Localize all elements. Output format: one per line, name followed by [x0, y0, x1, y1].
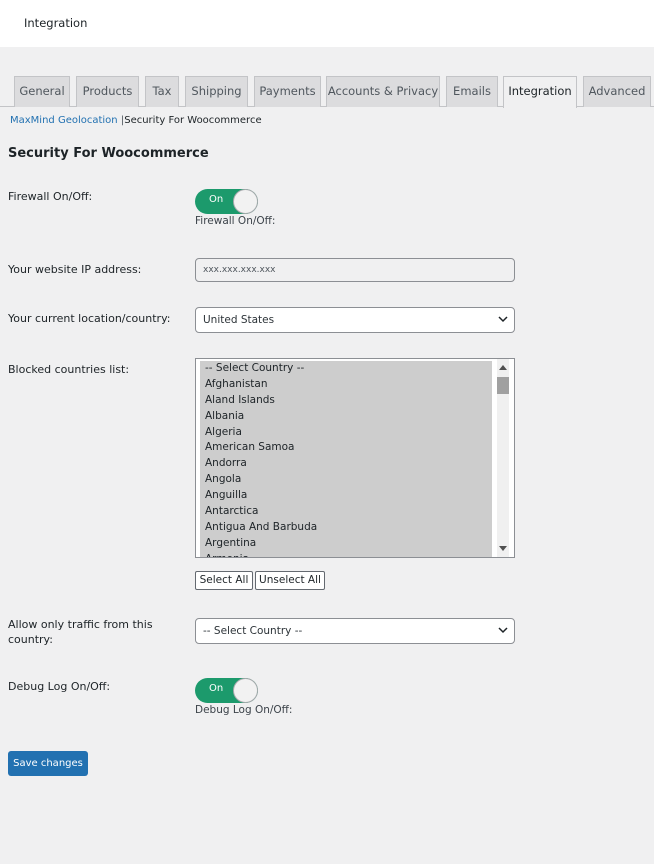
unselect-all-button[interactable]: Unselect All	[255, 571, 325, 590]
tab-payments[interactable]: Payments	[254, 76, 321, 107]
blocked-countries-listbox[interactable]: -- Select Country -- Afghanistan Aland Isl…	[195, 358, 515, 558]
allow-only-select-value: -- Select Country --	[203, 625, 303, 637]
settings-tabs: General Products Tax Shipping Payments A…	[0, 76, 654, 108]
country-option[interactable]: Anguilla	[200, 488, 492, 505]
scroll-down-arrow-icon[interactable]	[499, 546, 507, 551]
country-option[interactable]: -- Select Country --	[200, 361, 492, 377]
country-option[interactable]: Afghanistan	[200, 376, 492, 393]
tab-accounts-privacy[interactable]: Accounts & Privacy	[326, 76, 440, 107]
toggle-knob	[233, 678, 258, 703]
ip-address-field[interactable]: xxx.xxx.xxx.xxx	[195, 258, 515, 282]
select-all-button[interactable]: Select All	[195, 571, 253, 590]
tab-general[interactable]: General	[14, 76, 70, 107]
country-option[interactable]: Albania	[200, 408, 492, 425]
country-option[interactable]: Aland Islands	[200, 392, 492, 409]
country-option[interactable]: Antarctica	[200, 504, 492, 520]
blocked-countries-options: -- Select Country -- Afghanistan Aland Isl…	[196, 359, 492, 557]
debug-toggle-text: On	[209, 683, 224, 694]
save-changes-button[interactable]: Save changes	[8, 751, 88, 776]
location-select-value: United States	[203, 314, 275, 326]
country-option[interactable]: Argentina	[200, 535, 492, 552]
tab-emails[interactable]: Emails	[446, 76, 498, 107]
tab-shipping[interactable]: Shipping	[185, 76, 248, 107]
firewall-toggle[interactable]: On	[195, 189, 258, 214]
subnav-current: Security For Woocommerce	[124, 115, 262, 126]
location-label: Your current location/country:	[8, 312, 171, 325]
chevron-down-icon	[498, 316, 508, 323]
toggle-knob	[233, 189, 258, 214]
debug-log-hint: Debug Log On/Off:	[195, 704, 293, 716]
firewall-label: Firewall On/Off:	[8, 190, 93, 203]
country-option[interactable]: American Samoa	[200, 440, 492, 457]
scrollbar-thumb[interactable]	[497, 377, 509, 394]
page-title: Integration	[24, 16, 88, 30]
chevron-down-icon	[498, 627, 508, 634]
allow-only-country-select[interactable]: -- Select Country --	[195, 618, 515, 644]
country-option[interactable]: Armenia	[200, 551, 492, 557]
tab-products[interactable]: Products	[76, 76, 139, 107]
debug-log-label: Debug Log On/Off:	[8, 680, 111, 693]
firewall-toggle-text: On	[209, 194, 224, 205]
debug-log-toggle[interactable]: On	[195, 678, 258, 703]
country-option[interactable]: Algeria	[200, 424, 492, 441]
subnav-link-maxmind[interactable]: MaxMind Geolocation	[10, 115, 118, 126]
tab-tax[interactable]: Tax	[145, 76, 179, 107]
listbox-scrollbar[interactable]	[492, 359, 514, 557]
tab-advanced[interactable]: Advanced	[583, 76, 651, 107]
blocked-countries-label: Blocked countries list:	[8, 363, 130, 376]
allow-only-label-line1: Allow only traffic from this	[8, 618, 153, 631]
scroll-up-arrow-icon[interactable]	[499, 365, 507, 370]
integration-subnav: MaxMind Geolocation |Security For Woocom…	[10, 115, 262, 126]
allow-only-label-line2: country:	[8, 633, 53, 646]
tab-integration[interactable]: Integration	[503, 76, 577, 108]
country-option[interactable]: Angola	[200, 472, 492, 489]
section-title: Security For Woocommerce	[8, 146, 209, 161]
firewall-hint: Firewall On/Off:	[195, 215, 276, 227]
country-option[interactable]: Antigua And Barbuda	[200, 519, 492, 536]
location-select[interactable]: United States	[195, 307, 515, 333]
allow-only-label: Allow only traffic from this country:	[8, 617, 153, 647]
country-option[interactable]: Andorra	[200, 456, 492, 473]
ip-label: Your website IP address:	[8, 263, 142, 276]
page-header: Integration	[0, 0, 654, 47]
